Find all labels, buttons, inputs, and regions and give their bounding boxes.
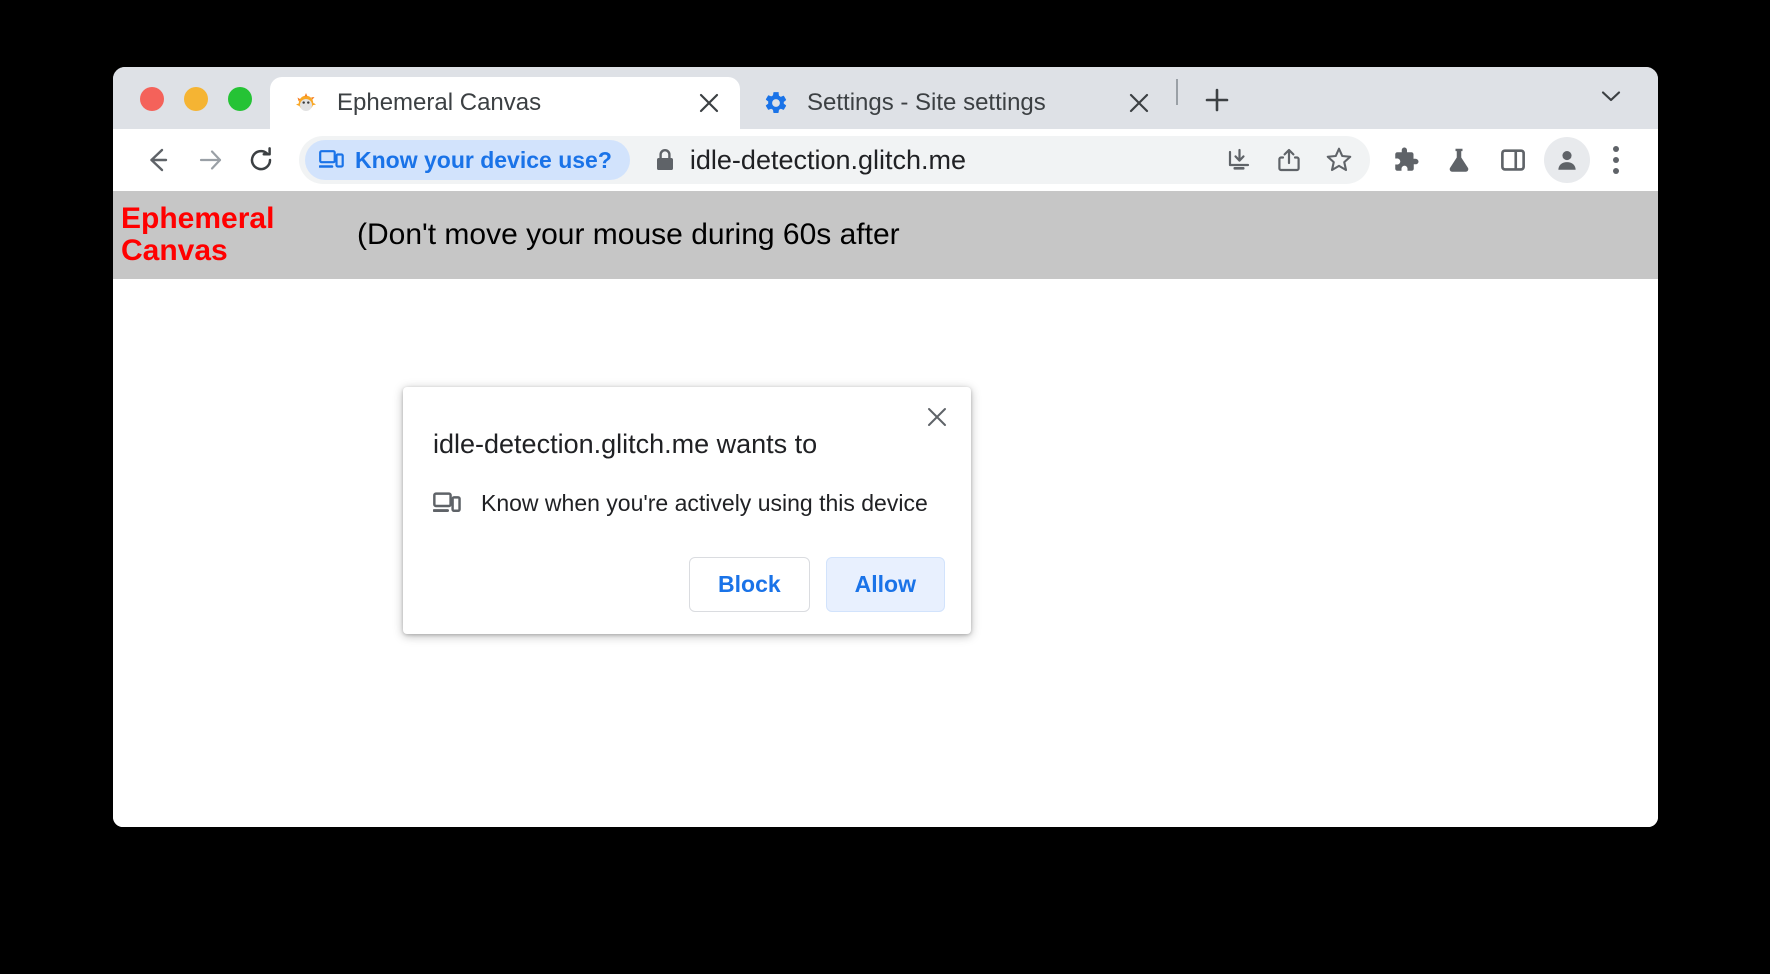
pufferfish-icon: [292, 89, 320, 117]
device-use-chip[interactable]: Know your device use?: [305, 140, 630, 180]
menu-dot: [1613, 157, 1619, 163]
new-tab-button[interactable]: [1194, 77, 1240, 123]
menu-dot: [1613, 146, 1619, 152]
window-close-button[interactable]: [140, 87, 164, 111]
tab-strip: Ephemeral Canvas Settings - Site setting…: [113, 67, 1658, 129]
gear-icon: [762, 89, 790, 117]
tab-separator: [1176, 79, 1178, 105]
tab-close-icon[interactable]: [692, 86, 726, 120]
allow-button[interactable]: Allow: [825, 557, 945, 612]
omnibox-url-text[interactable]: idle-detection.glitch.me: [690, 145, 1214, 176]
share-icon[interactable]: [1264, 135, 1314, 185]
window-minimize-button[interactable]: [184, 87, 208, 111]
page-note-text: (Don't move your mouse during 60s after: [357, 218, 900, 251]
window-traffic-lights: [113, 87, 270, 129]
side-panel-icon[interactable]: [1486, 133, 1540, 187]
dialog-actions: Block Allow: [433, 557, 945, 612]
device-use-chip-label: Know your device use?: [355, 146, 612, 173]
three-dot-menu-icon[interactable]: [1594, 138, 1638, 182]
reload-button[interactable]: [235, 134, 287, 186]
devices-icon: [319, 149, 344, 171]
browser-window: Ephemeral Canvas Settings - Site setting…: [113, 67, 1658, 827]
page-content: Ephemeral Canvas (Don't move your mouse …: [113, 191, 1658, 827]
dialog-permission-text: Know when you're actively using this dev…: [481, 490, 928, 516]
lock-icon[interactable]: [654, 147, 676, 173]
block-button[interactable]: Block: [689, 557, 810, 612]
menu-dot: [1613, 168, 1619, 174]
tabs-holder: Ephemeral Canvas Settings - Site setting…: [270, 67, 1658, 129]
devices-icon: [433, 491, 467, 516]
tab-list-chevron-down-icon[interactable]: [1590, 75, 1632, 117]
back-button[interactable]: [131, 134, 183, 186]
dialog-close-icon[interactable]: [917, 397, 957, 437]
window-maximize-button[interactable]: [228, 87, 252, 111]
dialog-permission-row: Know when you're actively using this dev…: [433, 490, 945, 517]
page-title: Ephemeral Canvas: [121, 201, 275, 267]
extensions-puzzle-icon[interactable]: [1378, 133, 1432, 187]
tab-title: Settings - Site settings: [807, 89, 1046, 116]
tab-close-icon[interactable]: [1122, 86, 1156, 120]
forward-button[interactable]: [183, 134, 235, 186]
tab-settings-site-settings[interactable]: Settings - Site settings: [740, 77, 1170, 129]
permission-dialog: idle-detection.glitch.me wants to Know w…: [403, 387, 971, 634]
page-banner: Ephemeral Canvas (Don't move your mouse …: [113, 191, 1658, 279]
dialog-title: idle-detection.glitch.me wants to: [433, 429, 818, 459]
profile-avatar-icon[interactable]: [1544, 137, 1590, 183]
browser-toolbar: Know your device use? idle-detection.gli…: [113, 129, 1658, 191]
omnibox[interactable]: Know your device use? idle-detection.gli…: [299, 136, 1370, 184]
install-app-icon[interactable]: [1214, 135, 1264, 185]
experiments-flask-icon[interactable]: [1432, 133, 1486, 187]
tab-ephemeral-canvas[interactable]: Ephemeral Canvas: [270, 77, 740, 129]
tab-title: Ephemeral Canvas: [337, 89, 542, 116]
bookmark-star-icon[interactable]: [1314, 135, 1364, 185]
